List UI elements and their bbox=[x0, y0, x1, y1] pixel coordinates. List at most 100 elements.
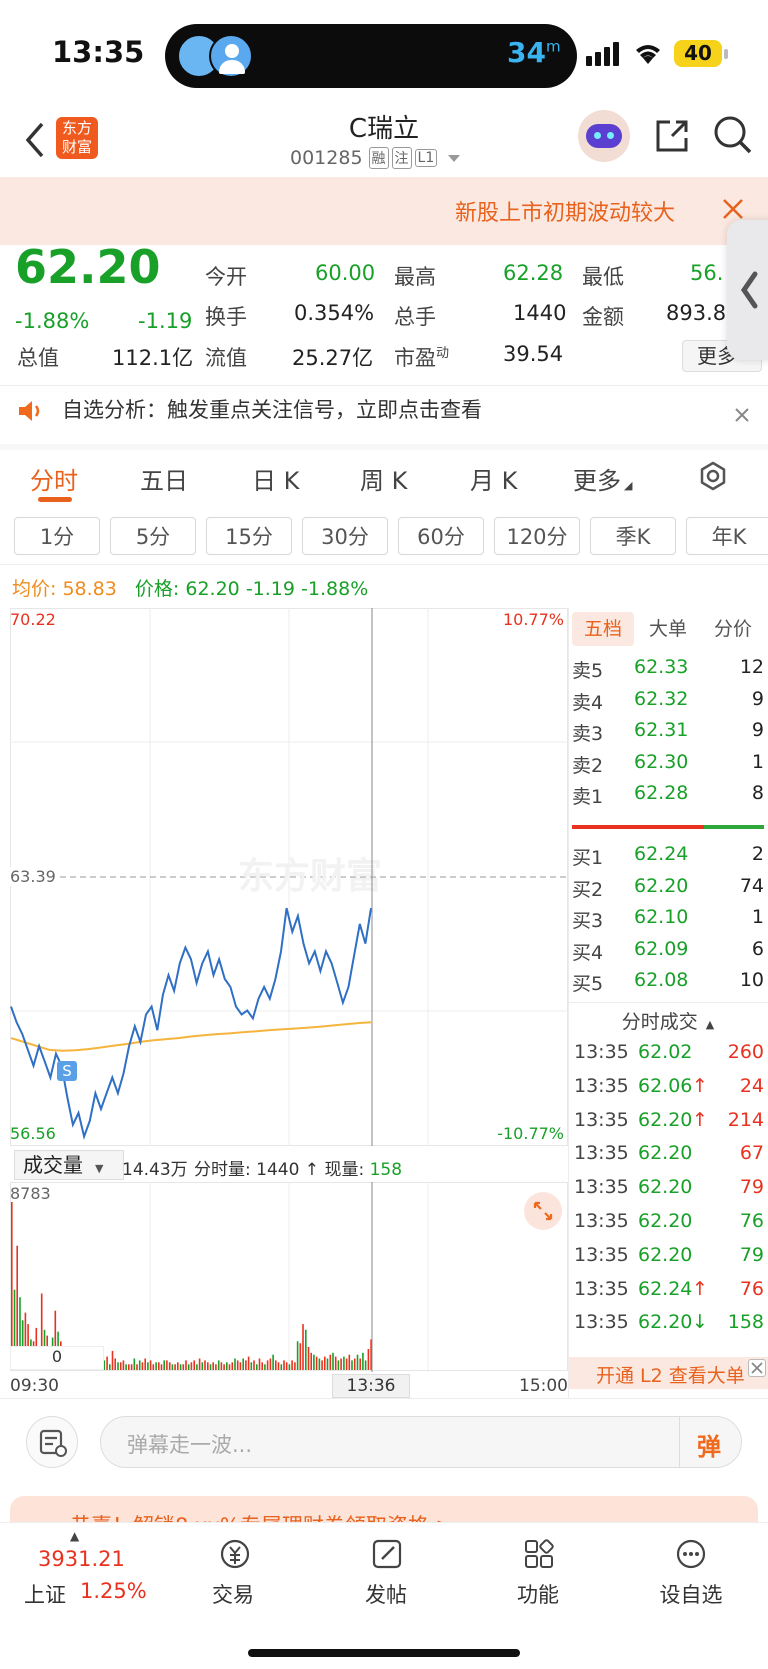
chevron-up-icon: ▲ bbox=[705, 1018, 715, 1031]
volume-bar bbox=[334, 1356, 337, 1370]
nav-functions[interactable]: 功能 bbox=[483, 1579, 593, 1609]
ask-label: 卖4 bbox=[572, 691, 604, 714]
period-year-k[interactable]: 年K bbox=[686, 517, 768, 555]
stock-code-row[interactable]: 001285 融 注 L1 bbox=[290, 143, 461, 173]
tick-price: 62.20 bbox=[638, 1243, 693, 1266]
more-dots-icon bbox=[674, 1537, 708, 1575]
user-avatar-icon bbox=[209, 34, 253, 78]
period-30m[interactable]: 30分 bbox=[302, 517, 388, 555]
dynamic-island[interactable]: 34m bbox=[165, 24, 577, 88]
change-amount: -1.19 bbox=[138, 309, 193, 333]
chevron-down-icon: ▼ bbox=[95, 1162, 104, 1175]
volume-bar bbox=[362, 1352, 364, 1370]
volume-bar bbox=[239, 1362, 242, 1370]
period-1m[interactable]: 1分 bbox=[14, 517, 100, 555]
risk-banner[interactable]: 新股上市初期波动较大 bbox=[0, 177, 768, 245]
bid-price: 62.20 bbox=[634, 874, 689, 897]
ticks-title[interactable]: 分时成交 ▲ bbox=[572, 1007, 764, 1034]
float-label: 流值 bbox=[205, 346, 247, 370]
tab-monthly-k[interactable]: 月 K bbox=[470, 461, 517, 496]
volume-chart[interactable]: 8783 0 bbox=[10, 1182, 568, 1372]
battery-icon: 40 bbox=[674, 40, 722, 67]
ask-label: 卖3 bbox=[572, 723, 604, 745]
index-widget[interactable]: ▲ 3931.21 上证 1.25% bbox=[20, 1523, 150, 1623]
bid-row[interactable]: 买3 62.10 1 bbox=[572, 902, 764, 934]
notice-bar[interactable]: 自选分析：触发重点关注信号，立即点击查看 bbox=[0, 386, 768, 444]
tab-intraday[interactable]: 分时 bbox=[30, 461, 78, 496]
nav-add-watchlist[interactable]: 设自选 bbox=[636, 1579, 746, 1609]
ask-qty: 9 bbox=[751, 719, 764, 741]
amount-value: 893.8 bbox=[666, 301, 727, 325]
period-5m[interactable]: 5分 bbox=[110, 517, 196, 555]
danmu-input[interactable]: 弹幕走一波... 弹 bbox=[100, 1416, 742, 1468]
ask-qty: 8 bbox=[751, 782, 764, 804]
tab-five-levels[interactable]: 五档 bbox=[572, 612, 634, 646]
tab-price-dist[interactable]: 分价 bbox=[702, 612, 764, 646]
tab-big-orders[interactable]: 大单 bbox=[637, 612, 699, 646]
pct-axis-top: 10.77% bbox=[502, 610, 564, 629]
volume-indicator-select[interactable]: 成交量 ▼ bbox=[14, 1150, 124, 1180]
chevron-down-icon bbox=[448, 154, 461, 162]
volume-bar bbox=[272, 1354, 274, 1370]
tick-qty: 24 bbox=[739, 1074, 764, 1097]
volume-max-label: 8783 bbox=[10, 1184, 51, 1203]
volume-bar bbox=[261, 1362, 263, 1370]
tick-time: 13:35 bbox=[574, 1142, 629, 1165]
danmu-toggle-button[interactable]: 弹 bbox=[697, 1427, 721, 1462]
bid-row[interactable]: 买2 62.20 74 bbox=[572, 871, 764, 903]
eastmoney-logo-icon[interactable]: 东方 财富 bbox=[56, 117, 98, 159]
ask-row[interactable]: 卖3 62.31 9 bbox=[572, 715, 764, 747]
close-icon[interactable] bbox=[748, 1359, 766, 1377]
volume-bar bbox=[256, 1364, 258, 1370]
l2-upgrade-link[interactable]: 开通 L2 查看大单 bbox=[568, 1357, 768, 1389]
ask-row[interactable]: 卖1 62.28 8 bbox=[572, 778, 764, 810]
volume-bar bbox=[329, 1354, 332, 1370]
ask-row[interactable]: 卖4 62.32 9 bbox=[572, 684, 764, 716]
ask-row[interactable]: 卖2 62.30 1 bbox=[572, 747, 764, 779]
period-15m[interactable]: 15分 bbox=[206, 517, 292, 555]
nav-trade[interactable]: 交易 bbox=[178, 1579, 288, 1609]
volume-bar bbox=[280, 1364, 283, 1370]
trade-tick-row: 13:35 62.20 79 bbox=[572, 1172, 764, 1206]
bid-row[interactable]: 买1 62.24 2 bbox=[572, 839, 764, 871]
intraday-chart[interactable]: 东方财富 70.22 63.39 56.56 10.77% -10.77% S bbox=[10, 608, 568, 1148]
bid-row[interactable]: 买5 62.08 10 bbox=[572, 965, 764, 997]
tab-daily-k[interactable]: 日 K bbox=[252, 461, 299, 496]
period-60m[interactable]: 60分 bbox=[398, 517, 484, 555]
index-value: 3931.21 bbox=[38, 1547, 125, 1571]
chart-info-line: 均价: 58.83 价格: 62.20 -1.19 -1.88% bbox=[12, 574, 368, 601]
tick-qty: 79 bbox=[739, 1176, 764, 1199]
share-icon[interactable] bbox=[652, 116, 692, 160]
ask-price: 62.28 bbox=[634, 782, 689, 804]
volume-bar bbox=[305, 1329, 307, 1370]
risk-banner-text: 新股上市初期波动较大 bbox=[455, 201, 676, 226]
period-quarter-k[interactable]: 季K bbox=[590, 517, 676, 555]
tab-weekly-k[interactable]: 周 K bbox=[360, 461, 407, 496]
nav-post[interactable]: 发帖 bbox=[331, 1579, 441, 1609]
volume-bar bbox=[201, 1362, 204, 1370]
volume-bar bbox=[149, 1360, 152, 1370]
gear-icon[interactable] bbox=[697, 460, 729, 496]
tick-time: 13:35 bbox=[574, 1277, 629, 1300]
pe-value: 39.54 bbox=[503, 342, 564, 366]
bid-row[interactable]: 买4 62.09 6 bbox=[572, 934, 764, 966]
period-120m[interactable]: 120分 bbox=[494, 517, 580, 555]
tab-five-day[interactable]: 五日 bbox=[140, 461, 188, 496]
search-icon[interactable] bbox=[712, 114, 754, 160]
apps-icon bbox=[522, 1537, 556, 1575]
robot-assistant-icon[interactable] bbox=[578, 110, 630, 162]
change-pct: -1.88% bbox=[15, 309, 90, 333]
bid-price: 62.10 bbox=[634, 906, 689, 928]
back-icon[interactable] bbox=[22, 120, 48, 164]
comment-list-icon[interactable] bbox=[26, 1416, 78, 1468]
sell-marker-icon[interactable]: S bbox=[57, 1061, 77, 1081]
tab-more[interactable]: 更多 ◢ bbox=[573, 461, 632, 496]
volume-bar bbox=[258, 1358, 261, 1370]
volume-bar bbox=[226, 1362, 228, 1370]
ask-row[interactable]: 卖5 62.33 12 bbox=[572, 652, 764, 684]
side-drawer-handle[interactable] bbox=[727, 220, 768, 360]
trade-tick-row: 13:35 62.20 ↓ 158 bbox=[572, 1307, 764, 1341]
expand-icon[interactable] bbox=[524, 1192, 562, 1230]
tab-active-indicator bbox=[38, 497, 72, 502]
close-icon[interactable] bbox=[734, 407, 750, 427]
